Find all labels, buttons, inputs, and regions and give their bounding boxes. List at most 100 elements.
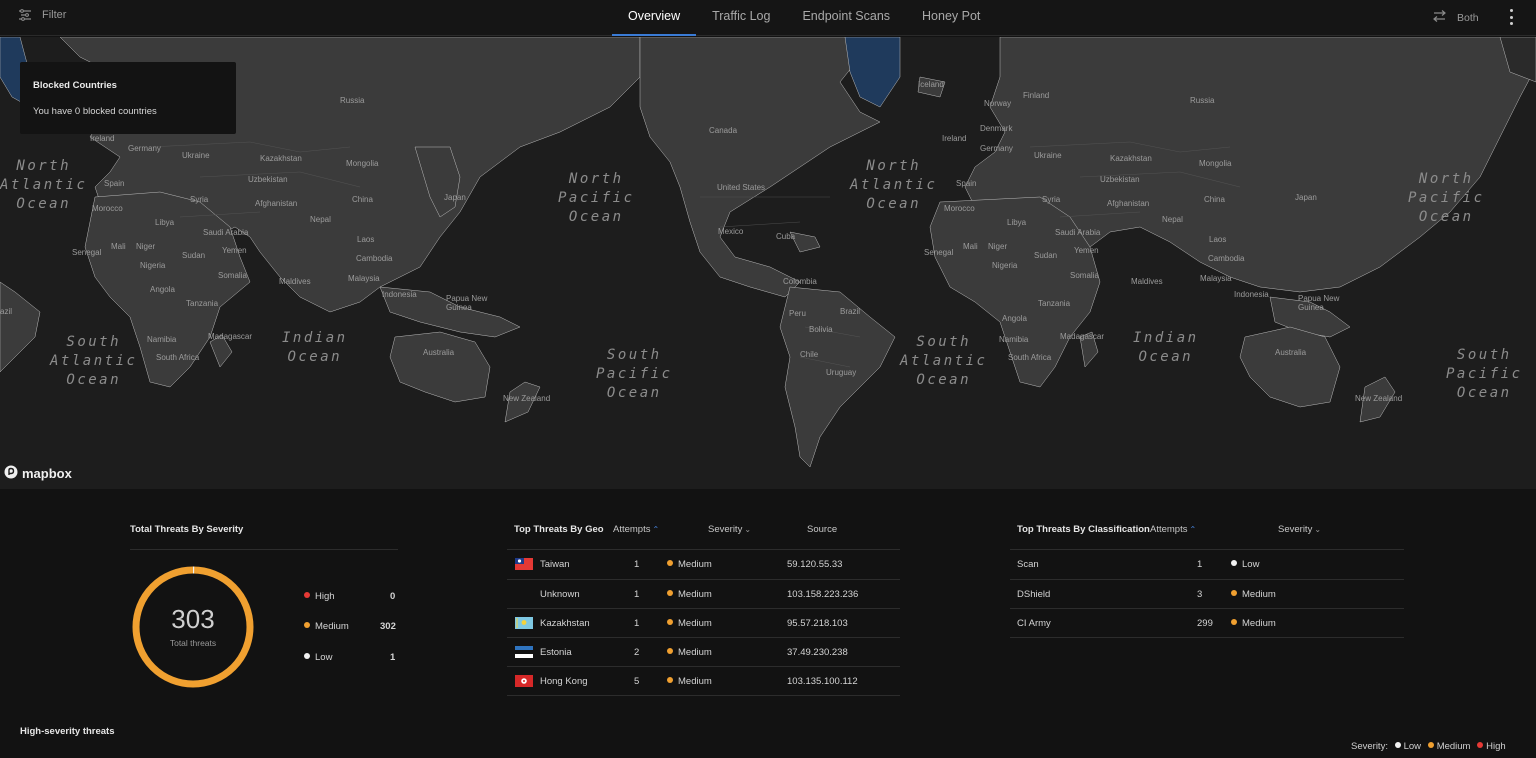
country-label: Niger bbox=[136, 242, 156, 251]
filter-icon bbox=[18, 9, 32, 21]
severity-legend-medium: Medium bbox=[304, 621, 349, 632]
country-label: United States bbox=[717, 183, 766, 192]
total-threats-label: Total threats bbox=[169, 638, 217, 648]
severity-text: Medium bbox=[678, 559, 712, 570]
legend-item-low: Low bbox=[1403, 741, 1422, 752]
class-attempts-header[interactable]: Attempts ⌃ bbox=[1150, 524, 1196, 535]
divider bbox=[1010, 637, 1404, 638]
severity-count-high: 0 bbox=[390, 591, 396, 602]
country-label: Ukraine bbox=[1034, 151, 1062, 160]
class-name: CI Army bbox=[1017, 618, 1051, 629]
country-label: Angola bbox=[1002, 314, 1027, 323]
chevron-down-icon: ⌄ bbox=[744, 525, 752, 534]
geo-country: Unknown bbox=[540, 589, 580, 600]
country-label: Madagascar bbox=[1060, 332, 1105, 341]
divider bbox=[1010, 579, 1404, 580]
country-label: Afghanistan bbox=[255, 199, 298, 208]
geo-country: Kazakhstan bbox=[540, 618, 590, 629]
geo-severity: Medium bbox=[667, 589, 712, 600]
country-label: Chile bbox=[800, 350, 819, 359]
mapbox-logo[interactable]: mapbox bbox=[4, 465, 72, 482]
low-dot-icon bbox=[304, 653, 310, 659]
country-label: Indonesia bbox=[382, 290, 417, 299]
country-label: South Africa bbox=[156, 353, 200, 362]
geo-severity: Medium bbox=[667, 647, 712, 658]
country-label: Laos bbox=[357, 235, 375, 244]
geo-country: Estonia bbox=[540, 647, 572, 658]
mapbox-icon bbox=[4, 465, 18, 482]
country-label: Kazakhstan bbox=[260, 154, 302, 163]
severity-count-low: 1 bbox=[390, 652, 396, 663]
country-label: Finland bbox=[1023, 91, 1050, 100]
medium-dot-icon bbox=[1427, 742, 1434, 748]
country-label: Maldives bbox=[279, 277, 311, 286]
tab-traffic-log[interactable]: Traffic Log bbox=[696, 0, 786, 36]
class-attempts: 1 bbox=[1197, 559, 1203, 570]
country-label: New Zealand bbox=[1355, 394, 1403, 403]
country-label: Sudan bbox=[1034, 251, 1058, 260]
total-threats-donut: 303 Total threats bbox=[130, 564, 256, 690]
country-label: Cambodia bbox=[1208, 254, 1245, 263]
more-vert-icon[interactable] bbox=[1504, 8, 1518, 26]
swap-arrows-icon bbox=[1432, 10, 1447, 25]
divider bbox=[1010, 549, 1404, 550]
country-label: Tanzania bbox=[186, 299, 219, 308]
severity-label: High bbox=[315, 591, 335, 602]
country-label: Syria bbox=[190, 195, 209, 204]
geo-country: Taiwan bbox=[540, 559, 570, 570]
country-label: Morocco bbox=[944, 204, 975, 213]
geo-attempts-header[interactable]: Attempts ⌃ bbox=[613, 524, 659, 535]
tab-honey-pot[interactable]: Honey Pot bbox=[906, 0, 996, 36]
medium-dot-icon bbox=[1231, 619, 1237, 625]
country-label: Niger bbox=[988, 242, 1008, 251]
severity-legend: Severity: Low Medium High bbox=[1351, 741, 1506, 752]
country-label: Russia bbox=[340, 96, 365, 105]
blocked-countries-card: Blocked Countries You have 0 blocked cou… bbox=[20, 62, 236, 134]
severity-panel-title: Total Threats By Severity bbox=[130, 524, 244, 535]
country-label: Laos bbox=[1209, 235, 1227, 244]
severity-count-medium: 302 bbox=[380, 621, 396, 632]
stats-area: Total Threats By Severity 303 Total thre… bbox=[0, 489, 1536, 758]
country-label: Somalia bbox=[1070, 271, 1099, 280]
class-name: Scan bbox=[1017, 559, 1039, 570]
country-label: New Zealand bbox=[503, 394, 551, 403]
country-label: Japan bbox=[1295, 193, 1317, 202]
divider bbox=[507, 695, 900, 696]
class-severity-header[interactable]: Severity ⌄ bbox=[1278, 524, 1321, 535]
tab-overview[interactable]: Overview bbox=[612, 0, 697, 36]
country-label: South Africa bbox=[1008, 353, 1052, 362]
medium-dot-icon bbox=[667, 619, 673, 625]
country-label: Yemen bbox=[1074, 246, 1099, 255]
severity-text: Medium bbox=[1242, 589, 1276, 600]
country-label: Nigeria bbox=[992, 261, 1018, 270]
geo-severity: Medium bbox=[667, 618, 712, 629]
country-label: Cambodia bbox=[356, 254, 393, 263]
divider bbox=[507, 608, 900, 609]
geo-source-header[interactable]: Source bbox=[807, 524, 837, 535]
classification-panel-title: Top Threats By Classification bbox=[1017, 524, 1150, 535]
filter-button[interactable]: Filter bbox=[18, 9, 66, 21]
legend-item-high: High bbox=[1486, 741, 1506, 752]
country-label: Indonesia bbox=[1234, 290, 1269, 299]
country-label: Denmark bbox=[980, 124, 1013, 133]
direction-toggle[interactable]: Both bbox=[1432, 10, 1479, 25]
ocean-label: South Atlantic Ocean bbox=[900, 334, 988, 388]
country-label: Uruguay bbox=[826, 368, 857, 377]
threat-map[interactable]: North Atlantic Ocean North Pacific Ocean… bbox=[0, 37, 1536, 489]
direction-label: Both bbox=[1457, 11, 1479, 24]
country-label: Senegal bbox=[72, 248, 102, 257]
header-label: Attempts bbox=[1150, 524, 1188, 535]
chevron-down-icon: ⌄ bbox=[1314, 525, 1322, 534]
geo-attempts: 1 bbox=[634, 559, 640, 570]
ocean-label: Indian Ocean bbox=[1133, 330, 1199, 365]
divider bbox=[1010, 608, 1404, 609]
sort-up-icon: ⌃ bbox=[652, 525, 660, 534]
country-label: Nepal bbox=[310, 215, 331, 224]
country-label: Ukraine bbox=[182, 151, 210, 160]
ocean-label: South Pacific Ocean bbox=[596, 347, 673, 401]
blocked-countries-text: You have 0 blocked countries bbox=[33, 106, 157, 117]
geo-source: 95.57.218.103 bbox=[787, 618, 848, 629]
geo-severity-header[interactable]: Severity ⌄ bbox=[708, 524, 751, 535]
ocean-label: Indian Ocean bbox=[282, 330, 348, 365]
tab-endpoint-scans[interactable]: Endpoint Scans bbox=[786, 0, 906, 36]
